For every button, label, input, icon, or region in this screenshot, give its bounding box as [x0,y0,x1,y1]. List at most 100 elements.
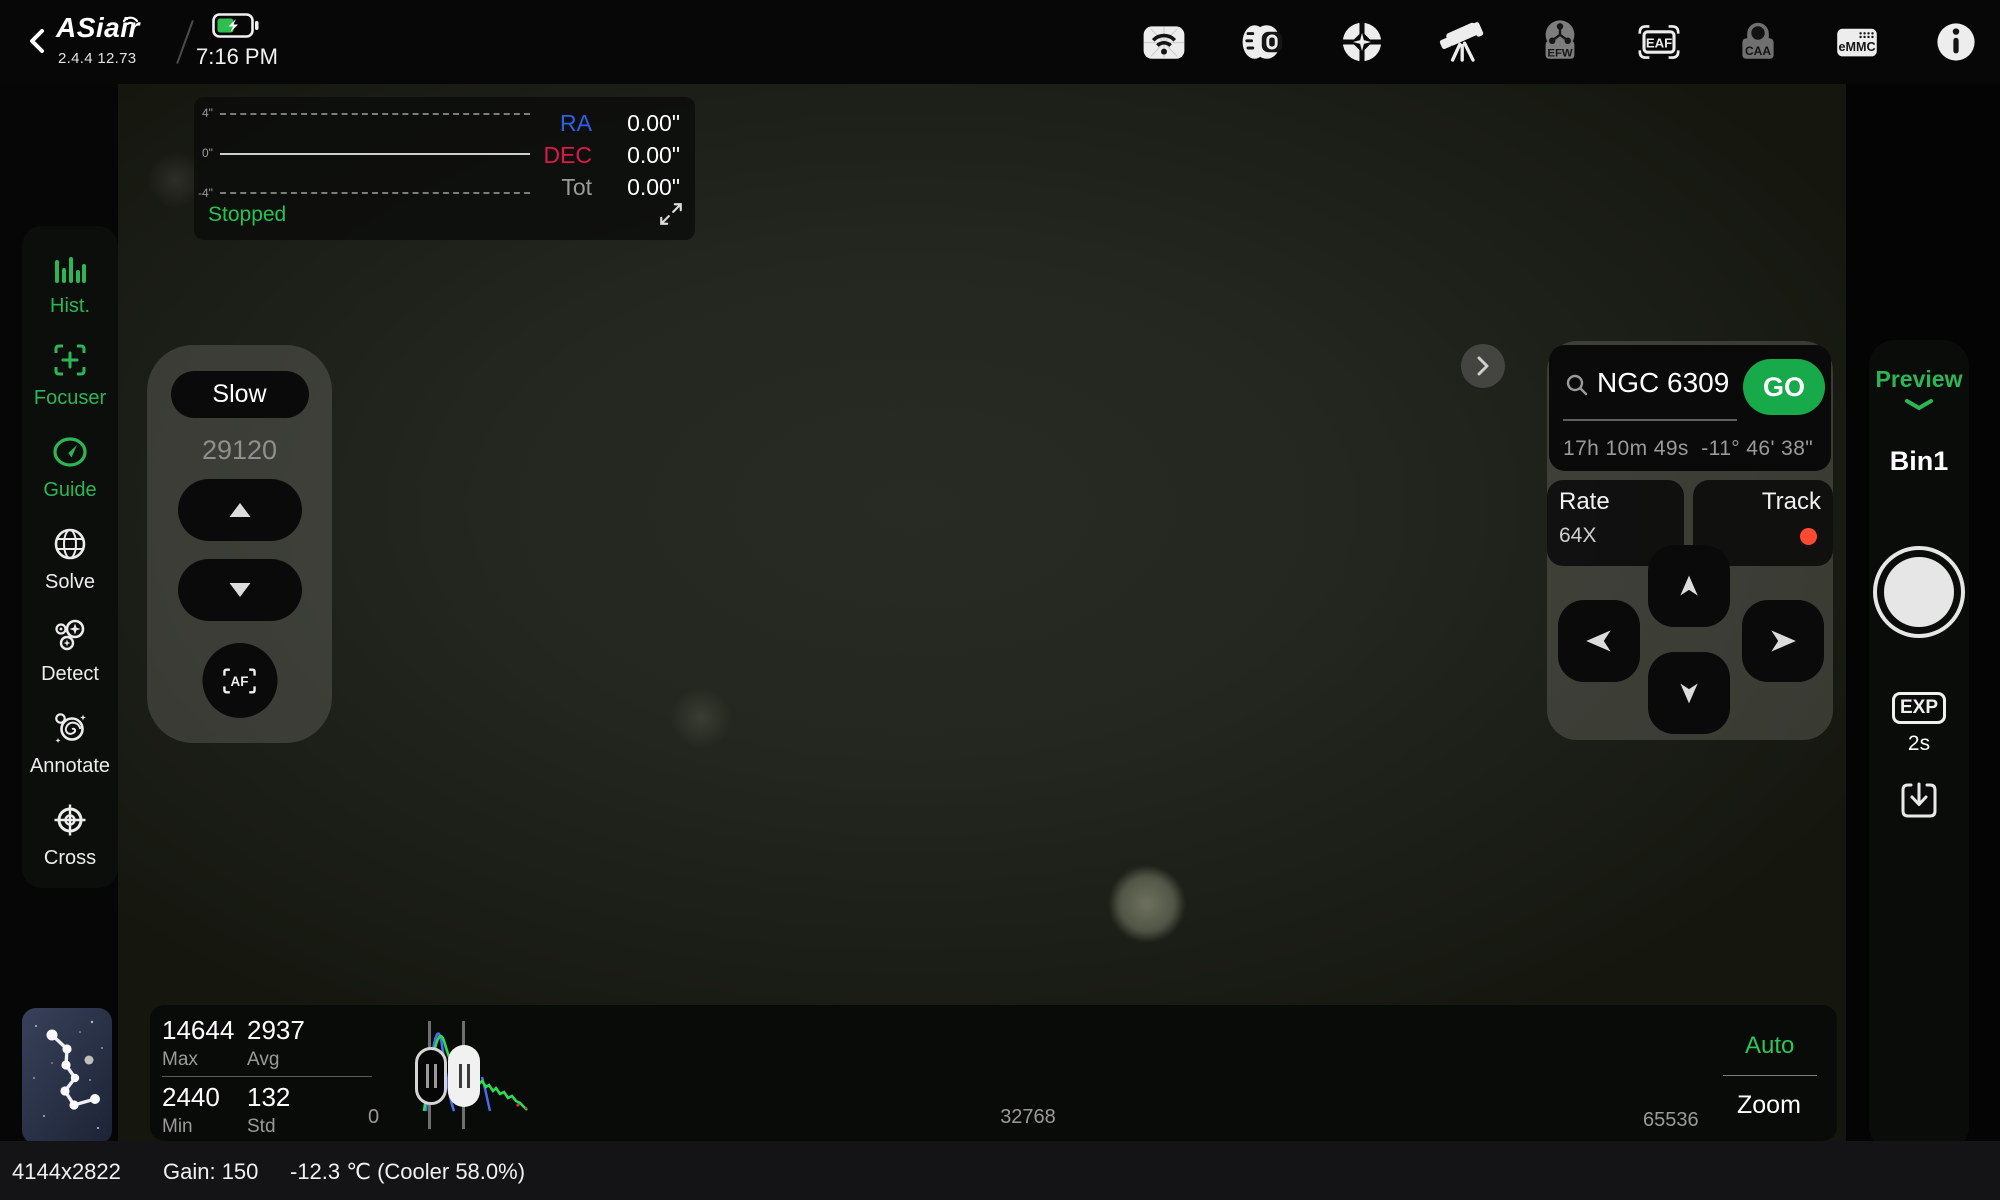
guide-axis-mid-label: 0" [202,146,213,160]
rate-value: 64X [1559,524,1596,548]
logo-wifi-arcs [120,1,142,33]
guide-axis-bottom-label: -4" [198,186,213,200]
target-search-input[interactable]: NGC 6309 [1597,367,1729,399]
sidebar-item-label: Focuser [34,387,106,410]
guide-gridline-bottom [220,192,530,194]
goto-label: GO [1763,372,1805,403]
gain-readout: Gain: 150 [163,1159,258,1185]
focuser-control-panel: Slow 29120 AF [147,345,332,743]
top-bar: ASiair 2.4.4 12.73 7:16 PM [0,0,2000,84]
caa-rotator-icon[interactable]: CAA [1734,18,1782,66]
arrow-left-icon [1583,628,1615,654]
arrow-down-icon [1673,680,1705,706]
battery-icon [212,13,259,43]
binning-selector[interactable]: Bin1 [1869,446,1969,477]
sidebar-item-solve[interactable]: Solve [22,514,118,606]
back-button[interactable] [24,24,52,58]
histogram-min-value: 2440 [162,1082,220,1113]
image-resolution: 4144x2822 [12,1159,121,1185]
header-divider [176,20,194,64]
histogram-max-value: 14644 [162,1015,234,1046]
wifi-station-icon[interactable] [1140,18,1188,66]
histogram-std-value: 132 [247,1082,290,1113]
chevron-right-icon [1476,356,1490,376]
auto-zoom-divider [1723,1075,1817,1076]
chevron-down-icon [1869,398,1969,416]
arrow-right-icon [1767,628,1799,654]
guide-axis-top-label: 4" [202,106,213,120]
shutter-inner-circle [1884,557,1954,627]
sidebar-item-label: Guide [43,479,96,502]
scale-min-label: 0 [368,1106,379,1129]
white-point-slider-handle[interactable] [448,1045,480,1107]
asiair-logo: ASiair [56,12,140,44]
sidebar-item-cross[interactable]: Cross [22,790,118,882]
slew-down-button[interactable] [1648,652,1730,734]
histogram-max-label: Max [162,1049,198,1071]
slew-left-button[interactable] [1558,600,1640,682]
exp-label: EXP [1900,697,1938,719]
temperature-readout: -12.3 ℃ (Cooler 58.0%) [290,1159,525,1185]
save-download-icon[interactable] [1869,780,1969,827]
sky-atlas-thumbnail[interactable] [22,1008,112,1144]
bottom-status-bar: 4144x2822 Gain: 150 -12.3 ℃ (Cooler 58.0… [0,1141,2000,1200]
histogram-bar: 14644 Max 2937 Avg 2440 Min 132 Std 0 32… [150,1005,1837,1141]
asiair-app: ASiair 2.4.4 12.73 7:16 PM [0,0,2000,1200]
crosshair-icon [51,802,89,843]
goto-button[interactable]: GO [1743,359,1825,415]
expand-icon[interactable] [658,201,684,232]
tracking-indicator-dot [1800,528,1817,545]
exposure-button[interactable]: EXP [1892,692,1946,724]
auto-stretch-button[interactable]: Auto [1745,1032,1794,1060]
sidebar-item-histogram[interactable]: Hist. [22,238,118,330]
triangle-up-icon [227,500,253,520]
focuser-speed-label: Slow [212,380,266,409]
shutter-button[interactable] [1873,546,1965,638]
clock: 7:16 PM [196,44,278,70]
slew-up-button[interactable] [1648,545,1730,627]
svg-text:eMMC: eMMC [1838,40,1875,54]
efw-filter-wheel-icon[interactable]: EFW [1536,18,1584,66]
bright-star-blob [1109,866,1185,942]
focuser-icon [51,342,89,383]
focuser-in-button[interactable] [178,479,302,541]
sidebar-item-guide[interactable]: Guide [22,422,118,514]
info-icon[interactable] [1932,18,1980,66]
rate-label: Rate [1559,488,1610,516]
faint-blob [670,687,732,749]
eaf-focuser-icon[interactable]: EAF [1635,18,1683,66]
guide-scope-icon[interactable] [1338,18,1386,66]
focuser-out-button[interactable] [178,559,302,621]
sidebar-item-focuser[interactable]: Focuser [22,330,118,422]
guide-gridline-top [220,113,530,115]
firmware-version: 2.4.4 12.73 [58,50,136,67]
sidebar-item-detect[interactable]: Detect [22,606,118,698]
svg-text:CAA: CAA [1745,44,1771,58]
dec-value: 0.00" [570,142,680,169]
emmc-storage-icon[interactable]: eMMC [1833,18,1881,66]
scale-mid-label: 32768 [998,1106,1058,1129]
capture-panel: Preview Bin1 EXP 2s [1869,340,1969,1152]
track-label: Track [1762,488,1821,516]
telescope-mount-icon[interactable] [1437,18,1485,66]
solve-globe-icon [51,526,89,567]
autofocus-button[interactable]: AF [202,643,277,718]
svg-text:AF: AF [231,673,249,688]
black-point-slider-handle[interactable] [415,1047,447,1105]
focuser-speed-button[interactable]: Slow [171,371,309,418]
tools-sidebar: Hist. Focuser Guide Solve Detect Annotat… [22,226,118,888]
guide-icon [51,434,89,475]
focuser-position: 29120 [147,435,332,466]
sidebar-item-label: Detect [41,663,99,686]
sidebar-item-annotate[interactable]: Annotate [22,698,118,790]
capture-mode-selector[interactable]: Preview [1869,366,1969,393]
arrow-up-icon [1673,573,1705,599]
scale-max-label: 65536 [1643,1109,1699,1132]
guide-graph-panel[interactable]: 4" 0" -4" RA 0.00" DEC 0.00" Tot 0.00" S… [194,97,695,240]
panel-collapse-button[interactable] [1461,344,1505,388]
histogram-min-label: Min [162,1116,193,1138]
guide-gridline-zero [220,153,530,155]
camera-icon[interactable] [1239,18,1287,66]
slew-right-button[interactable] [1742,600,1824,682]
zoom-button[interactable]: Zoom [1737,1091,1801,1120]
